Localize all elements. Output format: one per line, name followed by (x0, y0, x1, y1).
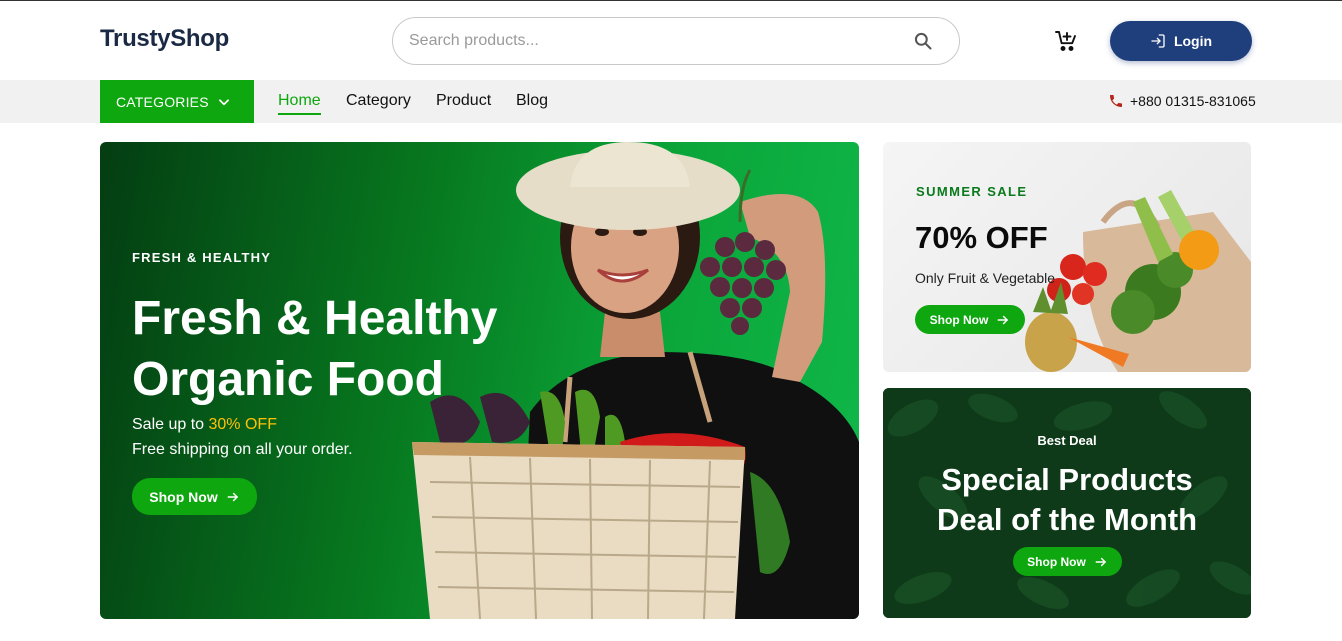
summer-sale-subtitle: Only Fruit & Vegetable (915, 270, 1056, 286)
categories-label: CATEGORIES (116, 93, 209, 110)
hero-banner: FRESH & HEALTHY Fresh & Healthy Organic … (100, 142, 859, 619)
search-bar[interactable] (392, 17, 960, 65)
hero-sale-highlight: 30% OFF (208, 416, 277, 433)
summer-sale-title: 70% OFF (915, 220, 1048, 255)
best-deal-banner: Best Deal Special Products Deal of the M… (883, 388, 1251, 618)
chevron-down-icon (218, 98, 229, 105)
login-label: Login (1173, 33, 1213, 49)
vegetable-bag-image (1025, 190, 1251, 372)
hero-sale-text: Sale up to 30% OFF (132, 416, 277, 434)
nav-link-blog[interactable]: Blog (516, 92, 548, 110)
summer-shop-now-button[interactable]: Shop Now (915, 305, 1025, 334)
summer-sale-banner: SUMMER SALE 70% OFF Only Fruit & Vegetab… (883, 142, 1251, 372)
arrow-right-icon (997, 315, 1009, 324)
hero-shipping-text: Free shipping on all your order. (132, 441, 353, 458)
nav-link-category[interactable]: Category (346, 92, 411, 110)
summer-shop-now-label: Shop Now (929, 312, 989, 327)
site-logo[interactable]: TrustyShop (100, 25, 229, 53)
hero-sale-prefix: Sale up to (132, 416, 209, 433)
best-deal-title-line1: Special Products (941, 462, 1193, 497)
hero-shop-now-label: Shop Now (149, 488, 218, 505)
hero-eyebrow: FRESH & HEALTHY (132, 250, 272, 265)
main-nav: CATEGORIES Home Category Product Blog +8… (0, 80, 1342, 123)
best-deal-title: Special Products Deal of the Month (883, 460, 1251, 540)
contact-phone[interactable]: +880 01315-831065 (1108, 93, 1256, 109)
best-deal-title-line2: Deal of the Month (936, 502, 1198, 537)
best-deal-eyebrow: Best Deal (1037, 433, 1097, 448)
arrow-right-icon (1095, 557, 1106, 566)
hero-shop-now-button[interactable]: Shop Now (132, 478, 257, 515)
arrow-right-icon (227, 492, 238, 501)
search-input[interactable] (409, 29, 889, 53)
site-header: TrustyShop Login (0, 1, 1342, 80)
deal-shop-now-button[interactable]: Shop Now (1013, 547, 1122, 576)
phone-icon (1110, 95, 1122, 107)
hero-title: Fresh & Healthy Organic Food (132, 292, 498, 406)
phone-number: +880 01315-831065 (1130, 93, 1256, 109)
login-icon (1151, 34, 1165, 48)
categories-dropdown[interactable]: CATEGORIES (100, 80, 254, 123)
deal-shop-now-label: Shop Now (1027, 554, 1086, 569)
login-button[interactable]: Login (1110, 21, 1252, 61)
search-icon[interactable] (913, 31, 933, 51)
cart-add-icon[interactable] (1054, 29, 1078, 53)
summer-sale-eyebrow: SUMMER SALE (916, 184, 1028, 199)
nav-link-home[interactable]: Home (278, 92, 321, 115)
nav-link-product[interactable]: Product (436, 92, 491, 110)
